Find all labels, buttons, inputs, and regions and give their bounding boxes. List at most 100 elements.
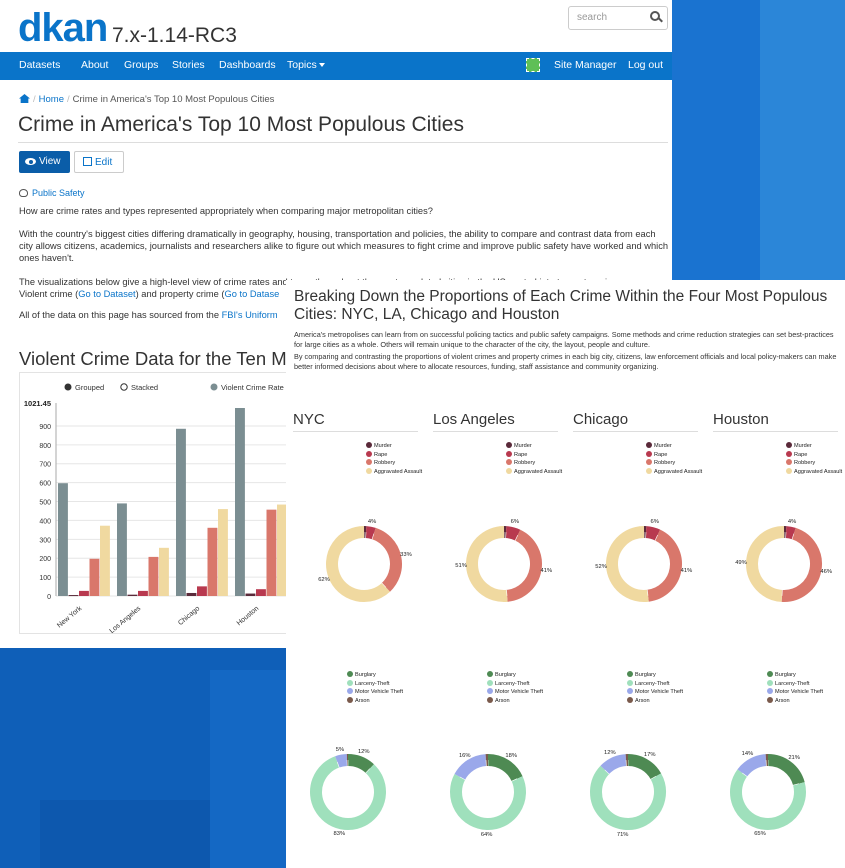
bar[interactable]	[186, 592, 197, 596]
legend-item[interactable]: Rape	[366, 450, 422, 460]
bar[interactable]	[138, 590, 148, 596]
edit-button[interactable]: Edit	[74, 151, 124, 173]
legend-item[interactable]: Burglary	[347, 671, 403, 680]
bar[interactable]	[218, 509, 228, 596]
nav-about[interactable]: About	[81, 59, 108, 71]
avatar[interactable]	[526, 58, 540, 72]
legend-item[interactable]: Aggravated Assault	[366, 467, 422, 477]
breadcrumb-home[interactable]: Home	[39, 94, 64, 105]
search-input[interactable]: search	[568, 6, 668, 30]
bar[interactable]	[79, 590, 89, 596]
stacked-label: Stacked	[131, 383, 158, 392]
donut-slice[interactable]	[646, 529, 682, 602]
legend-item[interactable]: Murder	[366, 442, 422, 451]
legend-item[interactable]: Arson	[627, 696, 683, 706]
legend-item[interactable]: Arson	[347, 696, 403, 706]
donut-slice[interactable]	[737, 754, 767, 777]
nav-groups[interactable]: Groups	[124, 59, 158, 71]
legend-dot[interactable]	[210, 383, 218, 391]
stacked-radio[interactable]	[120, 383, 128, 391]
legend-item[interactable]: Larceny-Theft	[487, 679, 543, 689]
legend-item[interactable]: Arson	[487, 696, 543, 706]
donut-slice[interactable]	[450, 774, 526, 830]
donut-slice[interactable]	[627, 754, 662, 780]
bar[interactable]	[197, 586, 207, 596]
nav-dashboards[interactable]: Dashboards	[219, 59, 276, 71]
bar[interactable]	[245, 593, 256, 596]
bar[interactable]	[207, 527, 218, 596]
nav-log-out[interactable]: Log out	[628, 59, 663, 71]
grouped-radio[interactable]	[64, 383, 72, 391]
bar[interactable]	[68, 595, 79, 597]
site-logo[interactable]: dkan	[18, 8, 108, 48]
dataset-link[interactable]: Go to Dataset	[78, 289, 135, 299]
donut-slice[interactable]	[606, 526, 649, 602]
legend-item[interactable]: Rape	[786, 450, 842, 460]
donut-slice[interactable]	[767, 754, 805, 786]
legend-item[interactable]: Murder	[786, 442, 842, 451]
legend-item[interactable]: Aggravated Assault	[506, 467, 562, 477]
bar[interactable]	[256, 589, 266, 596]
home-icon[interactable]	[19, 94, 30, 103]
legend-item[interactable]: Burglary	[767, 671, 823, 680]
bar[interactable]	[89, 558, 100, 596]
violent-crime-bar-chart: Grouped Stacked Violent Crime Rate P... 102…	[19, 372, 299, 635]
legend-item[interactable]: Aggravated Assault	[646, 467, 702, 477]
donut-slice[interactable]	[505, 526, 521, 541]
bar[interactable]	[159, 547, 169, 596]
nav-site-manager[interactable]: Site Manager	[554, 59, 616, 71]
donut-slice[interactable]	[487, 754, 523, 782]
donut-slice[interactable]	[730, 769, 806, 830]
legend-dot	[487, 688, 493, 695]
legend-item[interactable]: Aggravated Assault	[786, 467, 842, 477]
donut-slice[interactable]	[746, 526, 785, 602]
donut-slice[interactable]	[600, 754, 627, 775]
bar[interactable]	[100, 525, 110, 596]
legend-item[interactable]: Arson	[767, 696, 823, 706]
view-button[interactable]: View	[19, 151, 70, 173]
donut-slice[interactable]	[365, 526, 376, 540]
topic-link[interactable]: Public Safety	[19, 188, 85, 198]
dataset-link[interactable]: Go to Datase	[225, 289, 280, 299]
nav-topics[interactable]: Topics	[287, 59, 325, 71]
legend-item[interactable]: Motor Vehicle Theft	[347, 688, 403, 697]
legend-item[interactable]: Motor Vehicle Theft	[767, 688, 823, 697]
legend-item[interactable]: Robbery	[786, 459, 842, 468]
donut-slice[interactable]	[466, 526, 508, 602]
legend-item[interactable]: Burglary	[487, 671, 543, 680]
bar[interactable]	[176, 428, 186, 596]
donut-slice[interactable]	[785, 526, 796, 540]
legend-item[interactable]: Robbery	[366, 459, 422, 468]
donut-slice[interactable]	[454, 754, 487, 781]
legend-item[interactable]: Murder	[506, 442, 562, 451]
donut-slice[interactable]	[506, 529, 542, 602]
bar[interactable]	[58, 483, 68, 596]
legend-item[interactable]: Robbery	[646, 459, 702, 468]
legend-item[interactable]: Motor Vehicle Theft	[627, 688, 683, 697]
bar[interactable]	[235, 407, 245, 596]
bar[interactable]	[127, 594, 138, 596]
bar[interactable]	[148, 556, 159, 596]
donut-slice[interactable]	[335, 754, 348, 768]
donut-slice[interactable]	[645, 526, 661, 541]
legend-item[interactable]: Robbery	[506, 459, 562, 468]
bar[interactable]	[266, 509, 277, 596]
search-icon[interactable]	[650, 11, 660, 21]
legend-item[interactable]: Rape	[506, 450, 562, 460]
legend-item[interactable]: Burglary	[627, 671, 683, 680]
donut-slice[interactable]	[781, 527, 822, 602]
bar[interactable]	[117, 503, 127, 596]
legend-item[interactable]: Rape	[646, 450, 702, 460]
city-heading: Chicago	[573, 411, 629, 428]
legend-item[interactable]: Motor Vehicle Theft	[487, 688, 543, 697]
donut-slice[interactable]	[310, 756, 386, 830]
donut-slice[interactable]	[347, 754, 374, 774]
nav-stories[interactable]: Stories	[172, 59, 205, 71]
fbi-link[interactable]: FBI's Uniform	[222, 310, 278, 320]
donut-slice[interactable]	[371, 527, 402, 592]
legend-item[interactable]: Murder	[646, 442, 702, 451]
nav-datasets[interactable]: Datasets	[19, 59, 60, 71]
legend-item[interactable]: Larceny-Theft	[767, 679, 823, 689]
legend-item[interactable]: Larceny-Theft	[627, 679, 683, 689]
legend-item[interactable]: Larceny-Theft	[347, 679, 403, 689]
